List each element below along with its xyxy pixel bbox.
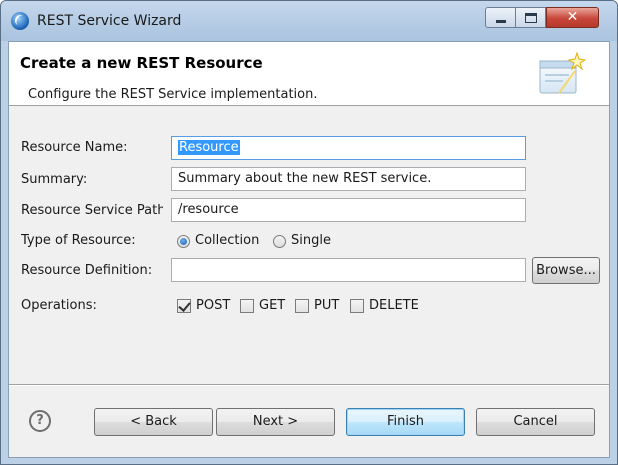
resource-name-value: Resource	[178, 140, 240, 155]
delete-checkbox[interactable]	[350, 299, 364, 313]
summary-label: Summary:	[21, 172, 88, 187]
maximize-button[interactable]	[516, 7, 546, 28]
collection-label[interactable]: Collection	[195, 233, 259, 248]
service-path-value: /resource	[178, 202, 239, 217]
banner-title: Create a new REST Resource	[20, 54, 263, 72]
service-path-field[interactable]: /resource	[171, 198, 526, 222]
maximize-icon	[525, 13, 537, 23]
collection-radio[interactable]	[177, 235, 190, 248]
close-button[interactable]: ✕	[546, 7, 599, 28]
minimize-button[interactable]	[485, 7, 516, 28]
resource-name-label: Resource Name:	[21, 140, 128, 155]
post-checkbox[interactable]	[177, 299, 191, 313]
cancel-button[interactable]: Cancel	[476, 408, 595, 436]
resource-definition-field[interactable]	[171, 258, 526, 282]
wizard-banner: Create a new REST Resource Configure the…	[9, 42, 609, 106]
single-radio[interactable]	[273, 235, 286, 248]
wizard-banner-icon	[539, 51, 587, 94]
put-checkbox[interactable]	[295, 299, 309, 313]
next-button[interactable]: Next >	[216, 408, 335, 436]
get-checkbox[interactable]	[240, 299, 254, 313]
wizard-content: Create a new REST Resource Configure the…	[8, 41, 610, 458]
help-icon[interactable]: ?	[29, 410, 51, 432]
resource-type-label: Type of Resource:	[21, 233, 136, 248]
window-title: REST Service Wizard	[37, 13, 182, 29]
title-bar[interactable]: REST Service Wizard ✕	[1, 1, 617, 41]
operations-label: Operations:	[21, 298, 97, 313]
delete-label[interactable]: DELETE	[369, 298, 419, 313]
get-label[interactable]: GET	[259, 298, 285, 313]
service-path-label: Resource Service Path	[21, 203, 163, 218]
banner-subtitle: Configure the REST Service implementatio…	[28, 87, 318, 102]
eclipse-icon	[11, 12, 29, 30]
browse-button[interactable]: Browse...	[532, 257, 600, 284]
summary-field[interactable]: Summary about the new REST service.	[171, 167, 526, 191]
resource-name-field[interactable]: Resource	[171, 136, 526, 160]
back-button[interactable]: < Back	[94, 408, 213, 436]
resource-definition-label: Resource Definition:	[21, 263, 153, 278]
finish-button[interactable]: Finish	[346, 408, 465, 436]
single-label[interactable]: Single	[291, 233, 331, 248]
close-icon: ✕	[566, 9, 579, 25]
minimize-icon	[496, 20, 506, 23]
post-label[interactable]: POST	[196, 298, 230, 313]
put-label[interactable]: PUT	[314, 298, 339, 313]
wizard-window: REST Service Wizard ✕ Create a new REST …	[0, 0, 618, 465]
summary-value: Summary about the new REST service.	[178, 171, 432, 186]
button-bar-separator	[9, 384, 609, 386]
